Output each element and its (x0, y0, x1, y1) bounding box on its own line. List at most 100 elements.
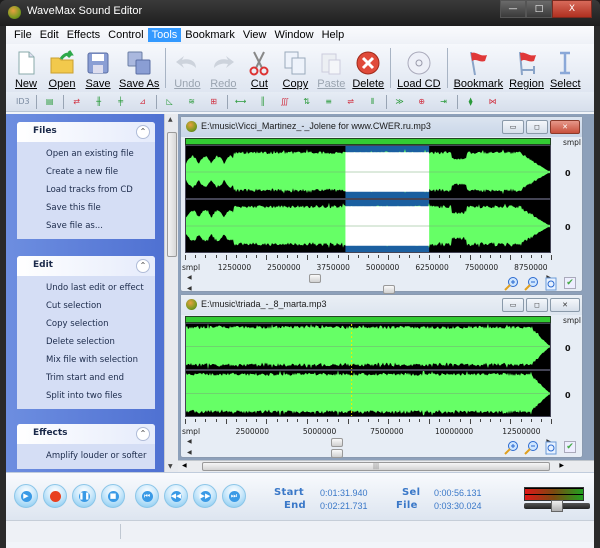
menu-help[interactable]: Help (318, 28, 349, 42)
scroll-left-arrow[interactable]: ◀ (182, 462, 187, 469)
toolbar-copy-button[interactable]: Copy (280, 50, 310, 90)
sidebar-task-link[interactable]: Open an existing file (17, 145, 155, 163)
toolbar-select-button[interactable]: Select (550, 50, 581, 90)
collapse-chevron-icon[interactable]: ⌃ (136, 427, 150, 441)
volume-slider-thumb[interactable] (551, 500, 563, 512)
tag-edit-icon[interactable]: ▤ (43, 96, 57, 108)
menu-view[interactable]: View (239, 28, 271, 42)
zoom-in-icon[interactable] (504, 441, 518, 455)
stop-button[interactable]: ■ (101, 484, 125, 508)
menu-file[interactable]: File (10, 28, 36, 42)
zoom-out-icon[interactable] (524, 277, 538, 291)
collapse-chevron-icon[interactable]: ⌃ (136, 125, 150, 139)
toolbar-save-as-button[interactable]: Save As (119, 50, 159, 90)
zoom-in-icon[interactable] (504, 277, 518, 291)
zoom-fit-icon[interactable] (544, 277, 558, 291)
menu-edit[interactable]: Edit (36, 28, 63, 42)
scroll-thumb[interactable] (309, 274, 321, 283)
compress-icon[interactable]: ≡ (322, 96, 336, 108)
trim-icon[interactable]: ⟷ (234, 96, 248, 108)
document-minimize-button[interactable]: ▭ (502, 298, 524, 312)
stretch-icon[interactable]: ⇥ (437, 96, 451, 108)
scroll-down-arrow[interactable]: ▼ (168, 463, 173, 470)
sidebar-task-link[interactable]: Save file as... (17, 217, 155, 235)
scroll-left-arrow[interactable]: ◀ (187, 449, 192, 456)
eq-icon[interactable]: ⦀ (366, 96, 380, 108)
rewind-button[interactable]: ◀◀ (164, 484, 188, 508)
scroll-left-arrow[interactable]: ◀ (187, 438, 192, 445)
sidebar-task-link[interactable]: Amplify louder or softer (17, 447, 155, 465)
sidebar-task-link[interactable]: Trim start and end (17, 369, 155, 387)
toolbar-delete-button[interactable]: Delete (352, 50, 384, 90)
waveform-view[interactable] (185, 138, 551, 253)
channel-1-waveform[interactable] (185, 145, 551, 199)
menu-control[interactable]: Control (104, 28, 147, 42)
document-title-bar[interactable]: E:\music\Vicci_Martinez_-_Jolene for www… (181, 117, 582, 137)
sidebar-task-link[interactable]: Undo last edit or effect (17, 279, 155, 297)
noise-icon[interactable]: ║ (256, 96, 270, 108)
document-close-button[interactable]: ✕ (550, 298, 580, 312)
document-minimize-button[interactable]: ▭ (502, 120, 524, 134)
sidebar-task-link[interactable]: Load tracks from CD (17, 181, 155, 199)
checkmark-icon[interactable]: ✔ (564, 277, 576, 289)
sidebar-scrollbar[interactable]: ▲ ▼ (164, 114, 178, 472)
panel-header[interactable]: Edit ⌃ (17, 256, 155, 276)
normalize-icon[interactable]: ╪ (114, 96, 128, 108)
toolbar-bookmark-button[interactable]: Bookmark (454, 50, 503, 90)
channel-1-waveform[interactable] (185, 323, 551, 371)
collapse-chevron-icon[interactable]: ⌃ (136, 259, 150, 273)
zoom-scrollbar[interactable]: ◀▶ (185, 449, 551, 459)
sidebar-scroll-thumb[interactable] (167, 132, 177, 257)
scroll-up-arrow[interactable]: ▲ (168, 116, 173, 123)
scroll-thumb[interactable] (383, 285, 395, 294)
toolbar-redo-button[interactable]: Redo (208, 50, 238, 90)
reverse-icon[interactable]: ⇌ (344, 96, 358, 108)
reverb-icon[interactable]: ∭ (278, 96, 292, 108)
record-button[interactable] (43, 484, 67, 508)
position-scrollbar[interactable]: ◀▶ (185, 274, 551, 284)
swap-channels-icon[interactable]: ⇄ (70, 96, 84, 108)
zoom-scrollbar[interactable]: ◀▶ (185, 285, 551, 295)
insert-silence-icon[interactable]: ⊞ (207, 96, 221, 108)
sidebar-task-link[interactable]: Cut selection (17, 297, 155, 315)
fast-forward-button[interactable]: ▶▶ (193, 484, 217, 508)
document-title-bar[interactable]: E:\music\triada_-_8_marta.mp3 ▭ ◻ ✕ (181, 295, 582, 315)
split-icon[interactable]: ⋈ (486, 96, 500, 108)
toolbar-paste-button[interactable]: Paste (316, 50, 346, 90)
scroll-right-arrow[interactable]: ▶ (559, 462, 564, 469)
panel-header[interactable]: Effects ⌃ (17, 424, 155, 444)
document-maximize-button[interactable]: ◻ (526, 298, 548, 312)
toolbar-save-button[interactable]: Save (83, 50, 113, 90)
amplify-icon[interactable]: ╫ (92, 96, 106, 108)
sidebar-task-link[interactable]: Copy selection (17, 315, 155, 333)
pitch-icon[interactable]: ⊕ (415, 96, 429, 108)
toolbar-undo-button[interactable]: Undo (172, 50, 202, 90)
document-close-button[interactable]: ✕ (550, 120, 580, 134)
scroll-thumb[interactable] (331, 438, 343, 447)
id3-tag-button[interactable]: ID3 (16, 96, 30, 108)
sidebar-task-link[interactable]: Mix file with selection (17, 351, 155, 369)
scroll-left-arrow[interactable]: ◀ (187, 274, 192, 281)
channel-2-waveform[interactable] (185, 199, 551, 253)
sidebar-task-link[interactable]: Delete selection (17, 333, 155, 351)
scroll-left-arrow[interactable]: ◀ (187, 285, 192, 292)
scroll-thumb[interactable] (331, 449, 343, 458)
close-button[interactable]: X (552, 0, 592, 18)
menu-tools[interactable]: Tools (147, 28, 182, 42)
fade-out-icon[interactable]: ◺ (163, 96, 177, 108)
overview-bar[interactable] (185, 138, 551, 145)
invert-icon[interactable]: ⇅ (300, 96, 314, 108)
position-scrollbar[interactable]: ◀▶ (185, 438, 551, 448)
toolbar-cut-button[interactable]: Cut (244, 50, 274, 90)
play-button[interactable]: ▶ (14, 484, 38, 508)
sidebar-task-link[interactable]: Split into two files (17, 387, 155, 405)
menu-window[interactable]: Window (270, 28, 317, 42)
pause-button[interactable]: ❚❚ (72, 484, 96, 508)
overview-bar[interactable] (185, 316, 551, 323)
sidebar-task-link[interactable]: Save this file (17, 199, 155, 217)
go-end-button[interactable]: ⏭ (222, 484, 246, 508)
zoom-out-icon[interactable] (524, 441, 538, 455)
sidebar-task-link[interactable]: Create a new file (17, 163, 155, 181)
mdi-horizontal-scrollbar[interactable]: ◀ ||| ▶ (178, 460, 594, 472)
zoom-fit-icon[interactable] (544, 441, 558, 455)
